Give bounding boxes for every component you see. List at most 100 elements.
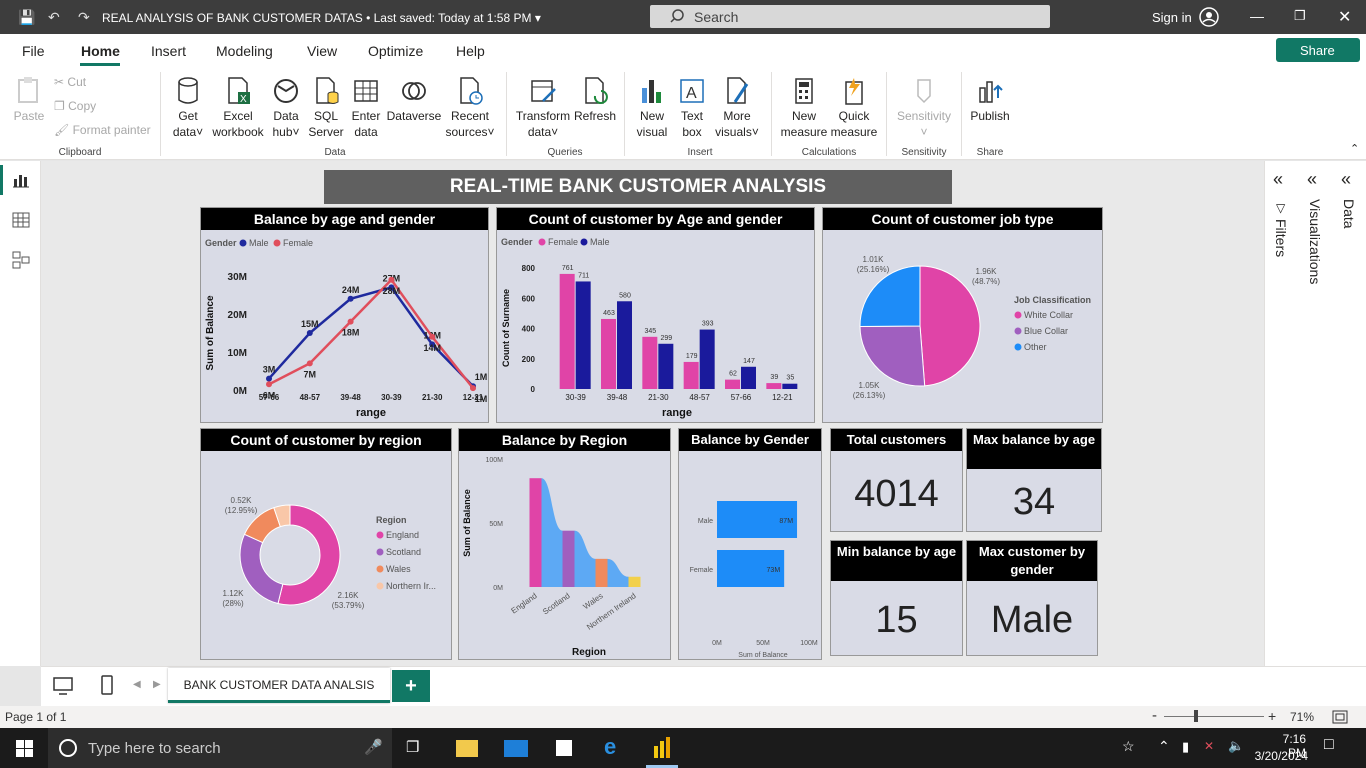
expand-visualizations-icon[interactable]: « xyxy=(1307,169,1317,190)
dataverse-button[interactable]: Dataverse xyxy=(386,76,442,124)
zoom-slider[interactable] xyxy=(1164,716,1264,717)
transform-data-button[interactable]: Transform data˅ xyxy=(514,76,572,140)
region-donut-chart[interactable]: Count of customer by region 2.16K (53.79%… xyxy=(200,428,452,660)
menu-home[interactable]: Home xyxy=(81,43,120,59)
undo-icon[interactable]: ↶ xyxy=(48,9,60,26)
document-title: REAL ANALYSIS OF BANK CUSTOMER DATAS xyxy=(102,11,363,25)
microphone-icon[interactable]: 🎤 xyxy=(364,738,383,756)
model-view-icon[interactable] xyxy=(12,251,30,269)
data-label-percent: (53.79%) xyxy=(332,601,365,610)
fit-to-page-icon[interactable] xyxy=(1332,710,1348,724)
format-painter-button[interactable]: 🖌 Format painter xyxy=(54,122,151,138)
collapse-ribbon-icon[interactable]: ⌃ xyxy=(1350,142,1359,155)
cut-button[interactable]: ✂ Cut xyxy=(54,74,86,90)
zoom-slider-thumb[interactable] xyxy=(1194,710,1198,722)
zoom-out-button[interactable]: - xyxy=(1152,707,1157,724)
balance-by-region-chart[interactable]: Balance by Region 0M 50M 100M England Scotla… xyxy=(458,428,671,660)
menu-optimize[interactable]: Optimize xyxy=(368,43,423,59)
menu-help[interactable]: Help xyxy=(456,43,485,59)
expand-filters-icon[interactable]: « xyxy=(1273,169,1283,190)
text-box-button[interactable]: A Text box xyxy=(674,76,710,140)
sign-in-button[interactable]: Sign in xyxy=(1152,10,1192,25)
refresh-button[interactable]: Refresh xyxy=(574,76,616,124)
filters-pane-tab[interactable]: Filters xyxy=(1273,219,1289,257)
share-label: Share xyxy=(1300,43,1335,58)
count-by-age-gender-chart[interactable]: Count of customer by Age and gender Gend… xyxy=(496,207,815,423)
menu-modeling[interactable]: Modeling xyxy=(216,43,273,59)
sensitivity-button[interactable]: Sensitivity ˅ xyxy=(894,76,954,140)
legend-marker xyxy=(376,582,384,590)
battery-icon[interactable]: ▮ xyxy=(1182,739,1189,755)
recent-sources-button[interactable]: Recent sources˅ xyxy=(444,76,496,140)
more-visuals-button[interactable]: More visuals˅ xyxy=(712,76,762,140)
sql-server-button[interactable]: SQL Server xyxy=(306,76,346,140)
data-hub-button[interactable]: Data hub˅ xyxy=(268,76,304,140)
user-avatar-icon[interactable] xyxy=(1199,7,1219,27)
menu-insert[interactable]: Insert xyxy=(151,43,186,59)
desktop-layout-icon[interactable] xyxy=(53,677,73,695)
table-view-icon[interactable] xyxy=(12,211,30,229)
file-explorer-icon[interactable] xyxy=(456,740,478,757)
notification-icon[interactable]: □ xyxy=(1324,736,1334,754)
data-hub-label-1: Data xyxy=(273,109,299,123)
share-button[interactable]: Share xyxy=(1276,38,1360,62)
publish-button[interactable]: Publish xyxy=(968,76,1012,124)
redo-icon[interactable]: ↷ xyxy=(78,9,90,26)
clock-date[interactable]: 3/20/2024 xyxy=(1252,749,1308,763)
next-page-icon[interactable]: ▶ xyxy=(153,679,161,690)
refresh-icon xyxy=(585,77,608,104)
add-page-button[interactable]: + xyxy=(392,670,430,702)
copy-button[interactable]: ❐ Copy xyxy=(54,98,96,114)
zoom-in-button[interactable]: + xyxy=(1268,708,1276,724)
power-bi-taskbar-icon[interactable] xyxy=(652,736,672,760)
balance-by-gender-chart[interactable]: Balance by Gender Male 87M Female 73M 0M 50M 1… xyxy=(678,428,822,660)
data-label: 1M xyxy=(475,372,488,382)
data-point xyxy=(347,318,354,325)
windows-start-icon[interactable] xyxy=(16,740,33,757)
quick-measure-button[interactable]: Quick measure xyxy=(830,76,878,140)
taskbar-search-box[interactable]: Type here to search 🎤 xyxy=(48,728,392,768)
people-icon[interactable]: ☆ xyxy=(1122,738,1135,755)
bar xyxy=(683,361,699,389)
data-label-percent: (48.7%) xyxy=(972,277,1000,286)
chevron-down-icon[interactable]: ▾ xyxy=(535,11,541,25)
enter-data-button[interactable]: Enter data xyxy=(348,76,384,140)
edge-icon[interactable]: e xyxy=(604,734,616,760)
mobile-layout-icon[interactable] xyxy=(101,675,113,695)
new-visual-button[interactable]: New visual xyxy=(632,76,672,140)
excel-workbook-button[interactable]: X Excel workbook xyxy=(210,76,266,140)
minimize-icon[interactable]: — xyxy=(1250,8,1264,24)
search-input[interactable]: Search xyxy=(650,5,1050,28)
expand-data-icon[interactable]: « xyxy=(1341,169,1351,190)
paste-button[interactable]: Paste xyxy=(12,76,46,124)
menu-file[interactable]: File xyxy=(22,43,45,59)
data-label: 87M xyxy=(779,518,793,525)
new-measure-button[interactable]: New measure xyxy=(780,76,828,140)
close-icon[interactable]: ✕ xyxy=(1338,7,1351,27)
x-tick-label: 21-30 xyxy=(422,393,443,402)
page-tab[interactable]: BANK CUSTOMER DATA ANALSIS xyxy=(168,668,390,703)
kpi-min-balance-age[interactable]: Min balance by age 15 xyxy=(830,540,963,656)
store-icon[interactable] xyxy=(554,738,574,758)
mail-icon[interactable] xyxy=(504,740,528,757)
data-pane-tab[interactable]: Data xyxy=(1341,199,1357,229)
page-indicator: Page 1 of 1 xyxy=(5,710,67,724)
previous-page-icon[interactable]: ◀ xyxy=(133,679,141,690)
visualizations-pane-tab[interactable]: Visualizations xyxy=(1307,199,1323,284)
save-icon[interactable]: 💾 xyxy=(18,9,35,26)
balance-by-age-gender-chart[interactable]: Balance by age and gender Gender Male Fema… xyxy=(200,207,489,423)
get-data-button[interactable]: Get data˅ xyxy=(168,76,208,140)
x-tick-label: 30-39 xyxy=(565,393,586,402)
show-hidden-icons[interactable]: ⌃ xyxy=(1158,738,1170,755)
report-view-icon[interactable] xyxy=(12,171,30,189)
kpi-value: 34 xyxy=(1012,481,1056,523)
kpi-max-customer-gender[interactable]: Max customer by gender Male xyxy=(966,540,1098,656)
task-view-icon[interactable]: ❐ xyxy=(406,738,419,756)
restore-icon[interactable]: ❐ xyxy=(1294,8,1306,24)
menu-view[interactable]: View xyxy=(307,43,337,59)
volume-icon[interactable]: 🔈 xyxy=(1228,738,1244,754)
kpi-total-customers[interactable]: Total customers 4014 xyxy=(830,428,963,532)
network-icon[interactable]: ✕ xyxy=(1204,739,1214,753)
job-type-pie-chart[interactable]: Count of customer job type 1.96K (48.7%) 1… xyxy=(822,207,1103,423)
kpi-max-balance-age[interactable]: Max balance by age 34 xyxy=(966,428,1102,532)
